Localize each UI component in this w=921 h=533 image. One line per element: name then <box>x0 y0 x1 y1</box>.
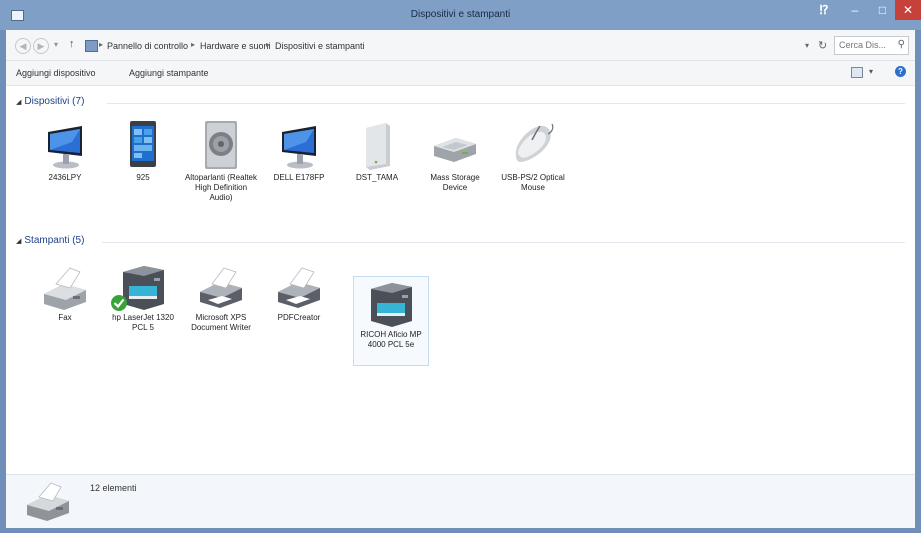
printer-hp-laserjet[interactable]: hp LaserJet 1320 PCL 5 <box>106 260 180 348</box>
add-printer-button[interactable]: Aggiungi stampante <box>129 68 209 78</box>
printer-label: hp LaserJet 1320 PCL 5 <box>112 313 174 332</box>
maximize-button[interactable]: □ <box>870 0 895 20</box>
devices-group-title: Dispositivi (7) <box>24 96 85 107</box>
details-pane: 12 elementi <box>6 474 915 528</box>
collapse-arrow-icon[interactable]: ◢ <box>16 99 21 106</box>
external-drive-icon <box>366 123 390 170</box>
title-bar[interactable]: Dispositivi e stampanti ⁉ – □ ✕ <box>0 0 921 30</box>
device-dst-tama[interactable]: DST_TAMA <box>340 120 414 208</box>
default-printer-check-icon <box>111 295 127 311</box>
printer-icon <box>278 267 320 308</box>
multifunction-printer-icon <box>371 283 412 327</box>
speaker-icon <box>205 121 237 169</box>
device-label: Mass Storage Device <box>430 173 480 192</box>
device-label: 925 <box>136 173 150 182</box>
fax-icon <box>27 482 69 521</box>
add-device-button[interactable]: Aggiungi dispositivo <box>16 68 96 78</box>
printer-ricoh-aficio[interactable]: RICOH Aficio MP 4000 PCL 5e <box>353 276 429 366</box>
printer-pdfcreator[interactable]: PDFCreator <box>262 260 336 348</box>
device-label: 2436LPY <box>48 173 82 182</box>
window: Dispositivi e stampanti ⁉ – □ ✕ ◀ ▶ ▾ ↑ … <box>0 0 921 533</box>
forward-button[interactable]: ▶ <box>33 38 49 54</box>
control-panel-icon[interactable] <box>85 40 98 52</box>
device-usb-mouse[interactable]: USB-PS/2 Optical Mouse <box>496 120 570 208</box>
device-925[interactable]: 925 <box>106 120 180 208</box>
address-bar: ◀ ▶ ▾ ↑ ▸ Pannello di controllo ▸ Hardwa… <box>6 30 915 61</box>
back-button[interactable]: ◀ <box>15 38 31 54</box>
group-divider <box>102 242 905 243</box>
storage-device-icon <box>434 138 476 162</box>
monitor-icon <box>48 126 82 169</box>
device-label: DST_TAMA <box>355 173 399 182</box>
command-bar: Aggiungi dispositivo Aggiungi stampante … <box>6 61 915 86</box>
fax-icon <box>44 267 86 310</box>
printer-label: RICOH Aficio MP 4000 PCL 5e <box>360 330 422 349</box>
breadcrumb-hardware-sound[interactable]: Hardware e suoni <box>200 41 271 51</box>
search-icon[interactable]: ⚲ <box>898 39 905 50</box>
phone-icon <box>130 121 156 167</box>
printer-label: Microsoft XPS Document Writer <box>191 313 251 332</box>
printer-fax[interactable]: Fax <box>28 260 102 348</box>
devices-group-header[interactable]: ◢ Dispositivi (7) <box>16 96 84 110</box>
device-label: DELL E178FP <box>273 173 325 182</box>
minimize-button[interactable]: – <box>842 0 868 20</box>
explorer-client: ◀ ▶ ▾ ↑ ▸ Pannello di controllo ▸ Hardwa… <box>6 30 915 528</box>
group-divider <box>107 103 905 104</box>
printer-label: Fax <box>58 313 72 322</box>
mouse-icon <box>515 123 554 162</box>
breadcrumb-separator-icon[interactable]: ▸ <box>191 40 195 49</box>
printers-group-title: Stampanti (5) <box>24 235 85 246</box>
item-count-text: 12 elementi <box>90 483 137 493</box>
collapse-arrow-icon[interactable]: ◢ <box>16 238 21 245</box>
device-label: USB-PS/2 Optical Mouse <box>501 173 565 192</box>
recent-locations-dropdown[interactable]: ▾ <box>54 40 58 49</box>
change-view-icon[interactable] <box>851 67 863 78</box>
printer-xps-writer[interactable]: Microsoft XPS Document Writer <box>184 260 258 348</box>
address-history-dropdown[interactable]: ▾ <box>805 41 809 50</box>
search-box[interactable]: ⚲ <box>834 36 909 55</box>
window-title: Dispositivi e stampanti <box>410 9 511 20</box>
device-2436lpy[interactable]: 2436LPY <box>28 120 102 208</box>
breadcrumb-devices-printers[interactable]: Dispositivi e stampanti <box>275 41 365 51</box>
device-speakers[interactable]: Altoparlanti (Realtek High Definition Au… <box>184 120 258 208</box>
breadcrumb-separator-icon[interactable]: ▸ <box>266 40 270 49</box>
device-label: Altoparlanti (Realtek High Definition Au… <box>184 173 258 202</box>
device-dell-e178fp[interactable]: DELL E178FP <box>262 120 336 208</box>
devices-view: ◢ Dispositivi (7) ◢ Stampanti (5) 2436LPY <box>6 86 915 474</box>
breadcrumb-separator-icon[interactable]: ▸ <box>99 40 103 49</box>
monitor-icon <box>282 126 316 169</box>
close-button[interactable]: ✕ <box>895 0 921 20</box>
view-options-dropdown[interactable]: ▾ <box>869 67 873 76</box>
device-mass-storage[interactable]: Mass Storage Device <box>418 120 492 208</box>
breadcrumb-control-panel[interactable]: Pannello di controllo <box>107 41 188 51</box>
help-window-button[interactable]: ⁉ <box>812 0 836 20</box>
printers-group-header[interactable]: ◢ Stampanti (5) <box>16 235 84 249</box>
up-button[interactable]: ↑ <box>69 38 75 50</box>
printer-label: PDFCreator <box>277 313 321 322</box>
refresh-button[interactable]: ↻ <box>818 39 827 52</box>
help-icon[interactable]: ? <box>895 66 906 77</box>
search-input[interactable] <box>839 39 891 51</box>
printer-icon <box>200 267 242 308</box>
